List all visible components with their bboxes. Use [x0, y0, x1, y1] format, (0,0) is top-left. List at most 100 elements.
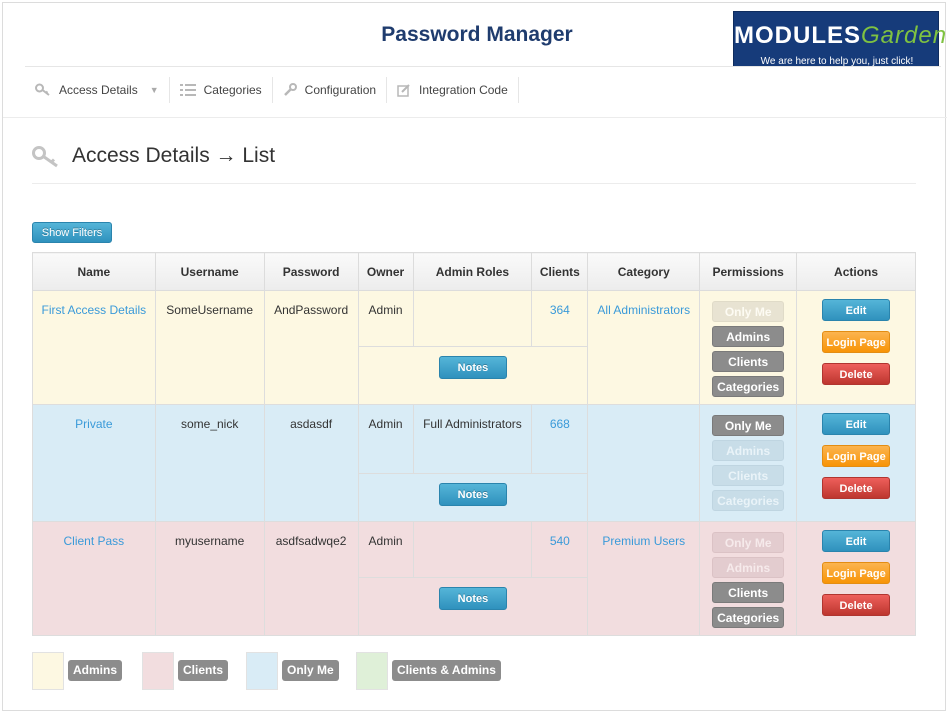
- nav-categories[interactable]: Categories: [170, 77, 273, 103]
- legend-label: Clients & Admins: [392, 660, 501, 681]
- edit-button[interactable]: Edit: [822, 299, 891, 321]
- cell-clients: 668: [531, 404, 589, 474]
- permission-clients: Clients: [712, 582, 785, 603]
- legend-label: Admins: [68, 660, 123, 681]
- column-header-owner[interactable]: Owner: [357, 252, 414, 291]
- cell-notes: Notes: [357, 346, 589, 405]
- nav-configuration-label: Configuration: [304, 83, 377, 97]
- cell-category: Premium Users: [587, 521, 701, 636]
- notes-button[interactable]: Notes: [438, 356, 507, 379]
- cell-owner: Admin: [357, 290, 414, 347]
- table-header-row: Name Username Password Owner Admin Roles…: [32, 252, 916, 291]
- clients-count-link[interactable]: 540: [550, 534, 570, 548]
- access-name-link[interactable]: Client Pass: [63, 534, 124, 548]
- notes-button[interactable]: Notes: [438, 587, 507, 610]
- permission-categories: Categories: [712, 376, 785, 397]
- category-link[interactable]: All Administrators: [597, 303, 690, 317]
- edit-icon: [397, 84, 410, 97]
- column-header-permissions: Permissions: [699, 252, 798, 291]
- permission-only-me: Only Me: [712, 415, 785, 436]
- permission-admins: Admins: [712, 557, 785, 578]
- column-header-admin-roles[interactable]: Admin Roles: [412, 252, 533, 291]
- chevron-down-icon: ▼: [149, 85, 159, 95]
- column-header-clients[interactable]: Clients: [531, 252, 589, 291]
- cell-clients: 364: [531, 290, 589, 347]
- table-row: Client Pass myusername asdfsadwqe2 Admin…: [32, 521, 916, 636]
- cell-permissions: Only Me Admins Clients Categories: [699, 404, 798, 522]
- nav-configuration[interactable]: Configuration: [273, 77, 388, 103]
- column-header-category[interactable]: Category: [587, 252, 701, 291]
- clients-count-link[interactable]: 364: [550, 303, 570, 317]
- cell-owner: Admin: [357, 521, 414, 578]
- cell-category: All Administrators: [587, 290, 701, 405]
- cell-password: asdfsadwqe2: [263, 521, 359, 636]
- legend-swatch: [246, 652, 278, 690]
- table-row: First Access Details SomeUsername AndPas…: [32, 290, 916, 405]
- nav-access-details[interactable]: Access Details ▼: [25, 77, 170, 103]
- cell-password: asdasdf: [263, 404, 359, 522]
- modulesgarden-logo[interactable]: MODULESGarden We are here to help you, j…: [733, 11, 948, 73]
- permission-categories: Categories: [712, 607, 785, 628]
- login-page-button[interactable]: Login Page: [822, 562, 891, 584]
- header-divider: [3, 117, 947, 118]
- delete-button[interactable]: Delete: [822, 477, 891, 499]
- edit-button[interactable]: Edit: [822, 530, 891, 552]
- column-header-username[interactable]: Username: [154, 252, 265, 291]
- key-icon: [35, 83, 50, 96]
- permission-categories: Categories: [712, 490, 785, 511]
- legend-swatch: [142, 652, 174, 690]
- login-page-button[interactable]: Login Page: [822, 445, 891, 467]
- show-filters-button[interactable]: Show Filters: [32, 222, 112, 243]
- cell-username: myusername: [154, 521, 265, 636]
- cell-username: SomeUsername: [154, 290, 265, 405]
- page-title-bar: Access Details → List: [32, 144, 916, 184]
- legend-label: Only Me: [282, 660, 339, 681]
- legend-swatch: [356, 652, 388, 690]
- nav-integration-code-label: Integration Code: [419, 83, 508, 97]
- legend-swatch: [32, 652, 64, 690]
- key-icon: [32, 146, 58, 168]
- cell-name[interactable]: First Access Details: [32, 290, 156, 405]
- cell-admin-roles: [412, 290, 533, 347]
- column-header-actions: Actions: [796, 252, 916, 291]
- notes-button[interactable]: Notes: [438, 483, 507, 506]
- login-page-button[interactable]: Login Page: [822, 331, 891, 353]
- permission-clients: Clients: [712, 465, 785, 486]
- header: Password Manager MODULESGarden We are he…: [25, 3, 948, 119]
- nav-integration-code[interactable]: Integration Code: [387, 77, 519, 103]
- list-icon: [179, 84, 196, 96]
- legend-label: Clients: [178, 660, 229, 681]
- delete-button[interactable]: Delete: [822, 594, 891, 616]
- access-name-link[interactable]: Private: [75, 417, 112, 431]
- permission-admins: Admins: [712, 326, 785, 347]
- cell-clients: 540: [531, 521, 589, 578]
- cell-notes: Notes: [357, 577, 589, 636]
- wrench-icon: [283, 83, 297, 96]
- nav-access-details-label: Access Details: [59, 83, 138, 97]
- logo-word: MODULESGarden: [734, 22, 948, 49]
- permission-clients: Clients: [712, 351, 785, 372]
- cell-actions: Edit Login Page Delete: [796, 290, 916, 405]
- category-link[interactable]: Premium Users: [602, 534, 685, 548]
- cell-name[interactable]: Private: [32, 404, 156, 522]
- column-header-password[interactable]: Password: [263, 252, 359, 291]
- cell-permissions: Only Me Admins Clients Categories: [699, 290, 798, 405]
- cell-password: AndPassword: [263, 290, 359, 405]
- cell-admin-roles: [412, 521, 533, 578]
- permission-admins: Admins: [712, 440, 785, 461]
- access-name-link[interactable]: First Access Details: [41, 303, 146, 317]
- edit-button[interactable]: Edit: [822, 413, 891, 435]
- permission-only-me: Only Me: [712, 532, 785, 553]
- cell-permissions: Only Me Admins Clients Categories: [699, 521, 798, 636]
- cell-actions: Edit Login Page Delete: [796, 404, 916, 522]
- table-row: Private some_nick asdasdf Admin Full Adm…: [32, 404, 916, 522]
- cell-owner: Admin: [357, 404, 414, 474]
- delete-button[interactable]: Delete: [822, 363, 891, 385]
- cell-notes: Notes: [357, 473, 589, 522]
- clients-count-link[interactable]: 668: [550, 417, 570, 431]
- cell-admin-roles: Full Administrators: [412, 404, 533, 474]
- cell-name[interactable]: Client Pass: [32, 521, 156, 636]
- column-header-name[interactable]: Name: [32, 252, 156, 291]
- access-details-table: Name Username Password Owner Admin Roles…: [32, 252, 916, 636]
- page-title: Access Details → List: [72, 144, 276, 167]
